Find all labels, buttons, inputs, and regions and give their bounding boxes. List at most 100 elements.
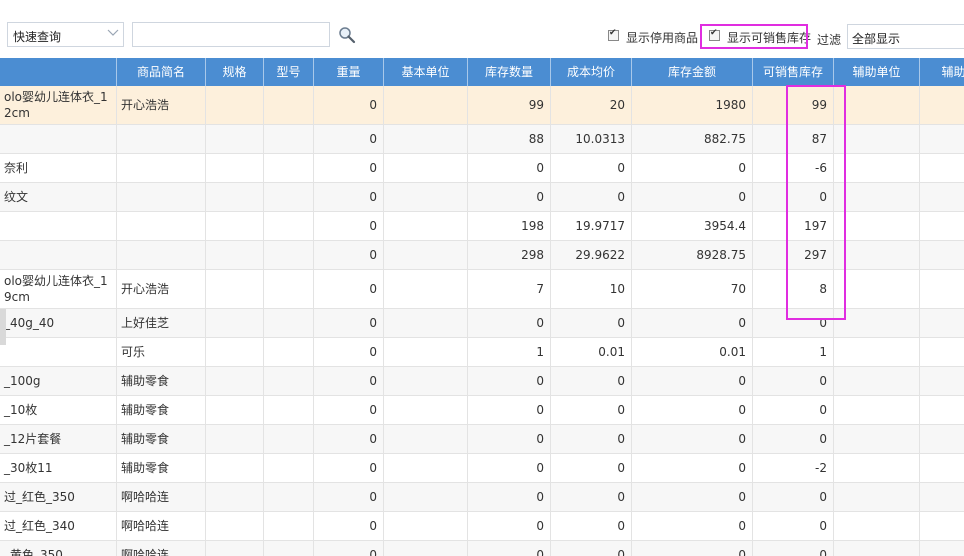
cell-aux-qty [920, 86, 964, 124]
cell-stock-amount: 0 [632, 425, 753, 453]
table-row[interactable]: 过_红色_350 啊哈哈连 0 0 0 0 0 [0, 483, 964, 512]
cell-stock-amount: 0 [632, 483, 753, 511]
cell-saleable-stock: 0 [753, 483, 834, 511]
cell-stock-amount: 0 [632, 183, 753, 211]
cell-stock-qty: 0 [468, 512, 551, 540]
cell-short-name [117, 125, 206, 153]
cell-aux-qty [920, 183, 964, 211]
cell-spec [206, 512, 264, 540]
cell-short-name: 啊哈哈连 [117, 483, 206, 511]
cell-stock-qty: 198 [468, 212, 551, 240]
header-model[interactable]: 型号 [264, 58, 314, 86]
cell-base-unit [384, 512, 468, 540]
cell-product-name: 过_红色_350 [0, 483, 117, 511]
cell-avg-cost: 0.01 [551, 338, 632, 366]
table-row[interactable]: 可乐 0 1 0.01 0.01 1 [0, 338, 964, 367]
cell-base-unit [384, 241, 468, 269]
search-input[interactable] [132, 22, 330, 47]
cell-base-unit [384, 483, 468, 511]
cell-aux-unit [834, 483, 920, 511]
cell-product-name: _30枚11 [0, 454, 117, 482]
table-row[interactable]: _10枚 辅助零食 0 0 0 0 0 [0, 396, 964, 425]
cell-aux-qty [920, 396, 964, 424]
cell-product-name: _10枚 [0, 396, 117, 424]
header-aux-qty[interactable]: 辅助数 [920, 58, 964, 86]
cell-spec [206, 454, 264, 482]
header-stock-amount[interactable]: 库存金额 [632, 58, 753, 86]
cell-saleable-stock: 0 [753, 367, 834, 395]
table-row[interactable]: 过_红色_340 啊哈哈连 0 0 0 0 0 [0, 512, 964, 541]
header-base-unit[interactable]: 基本单位 [384, 58, 468, 86]
cell-short-name: 开心浩浩 [117, 270, 206, 308]
cell-stock-qty: 0 [468, 396, 551, 424]
cell-avg-cost: 0 [551, 154, 632, 182]
filter-select[interactable]: 全部显示 [847, 24, 964, 49]
header-weight[interactable]: 重量 [314, 58, 384, 86]
cell-avg-cost: 0 [551, 183, 632, 211]
cell-product-name: _100g [0, 367, 117, 395]
cell-weight: 0 [314, 125, 384, 153]
header-avg-cost[interactable]: 成本均价 [551, 58, 632, 86]
cell-spec [206, 86, 264, 124]
table-row[interactable]: _黄色_350 啊哈哈连 0 0 0 0 0 [0, 541, 964, 556]
cell-weight: 0 [314, 541, 384, 556]
show-disabled-checkbox[interactable] [608, 28, 619, 41]
cell-weight: 0 [314, 338, 384, 366]
table-row[interactable]: _12片套餐 辅助零食 0 0 0 0 0 [0, 425, 964, 454]
cell-avg-cost: 10 [551, 270, 632, 308]
cell-stock-amount: 882.75 [632, 125, 753, 153]
quick-query-select[interactable]: 快速查询 [7, 22, 124, 47]
cell-base-unit [384, 183, 468, 211]
cell-stock-amount: 0 [632, 309, 753, 337]
toolbar: 快速查询 显示停用商品 显示可销售库存 过滤 全部显示 [0, 0, 964, 58]
cell-aux-qty [920, 425, 964, 453]
table-row[interactable]: _30枚11 辅助零食 0 0 0 0 -2 [0, 454, 964, 483]
cell-stock-amount: 1980 [632, 86, 753, 124]
cell-aux-qty [920, 338, 964, 366]
cell-stock-amount: 0.01 [632, 338, 753, 366]
cell-stock-qty: 0 [468, 367, 551, 395]
cell-short-name: 上好佳芝 [117, 309, 206, 337]
cell-spec [206, 425, 264, 453]
cell-weight: 0 [314, 86, 384, 124]
cell-aux-unit [834, 154, 920, 182]
cell-model [264, 367, 314, 395]
cell-avg-cost: 10.0313 [551, 125, 632, 153]
chevron-down-icon [107, 29, 119, 36]
cell-weight: 0 [314, 212, 384, 240]
cell-saleable-stock: 0 [753, 396, 834, 424]
header-stock-qty[interactable]: 库存数量 [468, 58, 551, 86]
cell-product-name: 过_红色_340 [0, 512, 117, 540]
cell-stock-amount: 0 [632, 541, 753, 556]
header-product-name[interactable] [0, 58, 117, 86]
header-spec[interactable]: 规格 [206, 58, 264, 86]
cell-stock-qty: 0 [468, 309, 551, 337]
cell-short-name [117, 241, 206, 269]
header-saleable-stock[interactable]: 可销售库存 [753, 58, 834, 86]
cell-weight: 0 [314, 270, 384, 308]
cell-product-name [0, 212, 117, 240]
cell-model [264, 212, 314, 240]
cell-stock-amount: 0 [632, 154, 753, 182]
cell-aux-unit [834, 309, 920, 337]
cell-aux-unit [834, 212, 920, 240]
cell-stock-amount: 0 [632, 454, 753, 482]
cell-spec [206, 183, 264, 211]
header-aux-unit[interactable]: 辅助单位 [834, 58, 920, 86]
cell-product-name: olo婴幼儿连体衣_1 2cm [0, 86, 117, 124]
table-row[interactable]: _100g 辅助零食 0 0 0 0 0 [0, 367, 964, 396]
header-short-name[interactable]: 商品简名 [117, 58, 206, 86]
magnifier-icon[interactable] [338, 26, 356, 44]
grid-header: 商品简名规格型号重量基本单位库存数量成本均价库存金额可销售库存辅助单位辅助数 [0, 58, 964, 86]
cell-stock-qty: 298 [468, 241, 551, 269]
cell-weight: 0 [314, 396, 384, 424]
cell-avg-cost: 0 [551, 454, 632, 482]
cell-avg-cost: 0 [551, 541, 632, 556]
cell-saleable-stock: 0 [753, 425, 834, 453]
cell-stock-amount: 0 [632, 396, 753, 424]
collapse-handle[interactable] [0, 309, 6, 345]
cell-product-name [0, 241, 117, 269]
cell-base-unit [384, 396, 468, 424]
cell-base-unit [384, 367, 468, 395]
inventory-grid: 商品简名规格型号重量基本单位库存数量成本均价库存金额可销售库存辅助单位辅助数 o… [0, 58, 964, 556]
